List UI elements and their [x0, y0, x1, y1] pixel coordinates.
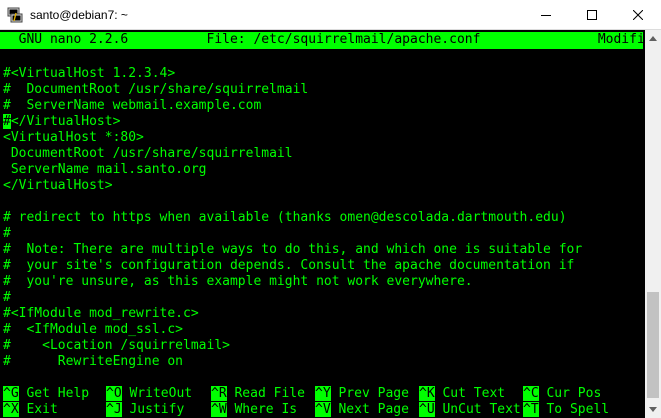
shortcut-key: ^V	[315, 402, 331, 417]
shortcut-key: ^K	[419, 386, 435, 401]
shortcut-key: ^G	[3, 386, 19, 401]
shortcut-label: To Spell	[546, 402, 610, 417]
editor-line[interactable]: # <Location /squirrelmail>	[3, 338, 230, 354]
editor-line[interactable]: #	[3, 226, 11, 242]
shortcut-label: Justify	[129, 402, 185, 417]
shortcut-cut-text: ^K Cut Text	[419, 386, 505, 402]
shortcut-to-spell: ^T To Spell	[523, 402, 609, 418]
editor-line[interactable]: ServerName mail.santo.org	[3, 162, 207, 178]
chevron-down-icon	[649, 407, 657, 412]
scrollbar-thumb[interactable]	[647, 292, 659, 398]
shortcut-key: ^O	[106, 386, 122, 401]
editor-line[interactable]: # redirect to https when available (than…	[3, 210, 567, 226]
editor-line-text: </VirtualHost>	[10, 114, 121, 129]
scroll-up-button[interactable]	[645, 30, 661, 47]
text-cursor: #	[3, 114, 11, 129]
shortcut-label: UnCut Text	[442, 402, 521, 417]
scroll-down-button[interactable]	[645, 401, 661, 418]
putty-terminal-icon[interactable]	[7, 7, 23, 23]
shortcut-justify: ^J Justify	[106, 402, 184, 418]
maximize-icon	[587, 10, 597, 20]
editor-line[interactable]: DocumentRoot /usr/share/squirrelmail	[3, 146, 293, 162]
editor-line[interactable]: #	[3, 290, 11, 306]
shortcut-where-is: ^W Where Is	[211, 402, 297, 418]
shortcut-label: Cut Text	[442, 386, 506, 401]
shortcut-label: WriteOut	[129, 386, 193, 401]
editor-line[interactable]: #<VirtualHost 1.2.3.4>	[3, 66, 175, 82]
editor-line[interactable]: # <IfModule mod_ssl.c>	[3, 322, 183, 338]
shortcut-exit: ^X Exit	[3, 402, 58, 418]
shortcut-cur-pos: ^C Cur Pos	[523, 386, 601, 402]
shortcut-key: ^W	[211, 402, 227, 417]
shortcut-key: ^X	[3, 402, 19, 417]
close-button[interactable]	[615, 0, 661, 30]
close-icon	[633, 10, 643, 20]
window-titlebar[interactable]: santo@debian7: ~	[0, 0, 661, 30]
shortcut-key: ^Y	[315, 386, 331, 401]
editor-line[interactable]: # Note: There are multiple ways to do th…	[3, 242, 582, 258]
editor-line[interactable]: # ServerName webmail.example.com	[3, 98, 261, 114]
editor-line[interactable]: #<IfModule mod_rewrite.c>	[3, 306, 199, 322]
window-title: santo@debian7: ~	[30, 8, 128, 22]
chevron-up-icon	[649, 36, 657, 41]
editor-line[interactable]: # your site's configuration depends. Con…	[3, 258, 574, 274]
nano-header: GNU nano 2.2.6 File: /etc/squirrelmail/a…	[3, 32, 645, 47]
shortcut-writeout: ^O WriteOut	[106, 386, 192, 402]
editor-line[interactable]: # you're unsure, as this example might n…	[3, 274, 473, 290]
editor-line[interactable]: <VirtualHost *:80>	[3, 130, 144, 146]
minimize-button[interactable]	[523, 0, 569, 30]
editor-line[interactable]: # RewriteEngine on	[3, 354, 183, 370]
editor-line[interactable]: #</VirtualHost>	[3, 114, 120, 130]
vertical-scrollbar[interactable]	[645, 30, 661, 418]
editor-line[interactable]: # DocumentRoot /usr/share/squirrelmail	[3, 82, 308, 98]
shortcut-key: ^R	[211, 386, 227, 401]
maximize-button[interactable]	[569, 0, 615, 30]
shortcut-key: ^U	[419, 402, 435, 417]
shortcut-prev-page: ^Y Prev Page	[315, 386, 409, 402]
shortcut-key: ^T	[523, 402, 539, 417]
shortcut-label: Prev Page	[338, 386, 409, 401]
shortcut-uncut-text: ^U UnCut Text	[419, 402, 521, 418]
shortcut-get-help: ^G Get Help	[3, 386, 89, 402]
shortcut-key: ^C	[523, 386, 539, 401]
shortcut-key: ^J	[106, 402, 122, 417]
shortcut-label: Next Page	[338, 402, 409, 417]
shortcut-label: Read File	[234, 386, 305, 401]
minimize-icon	[541, 15, 551, 16]
editor-line[interactable]: </VirtualHost>	[3, 178, 113, 194]
shortcut-label: Where Is	[234, 402, 298, 417]
shortcut-label: Exit	[26, 402, 58, 417]
terminal-screen[interactable]: GNU nano 2.2.6 File: /etc/squirrelmail/a…	[0, 30, 645, 418]
shortcut-label: Cur Pos	[546, 386, 602, 401]
shortcut-label: Get Help	[26, 386, 90, 401]
shortcut-next-page: ^V Next Page	[315, 402, 409, 418]
shortcut-read-file: ^R Read File	[211, 386, 305, 402]
